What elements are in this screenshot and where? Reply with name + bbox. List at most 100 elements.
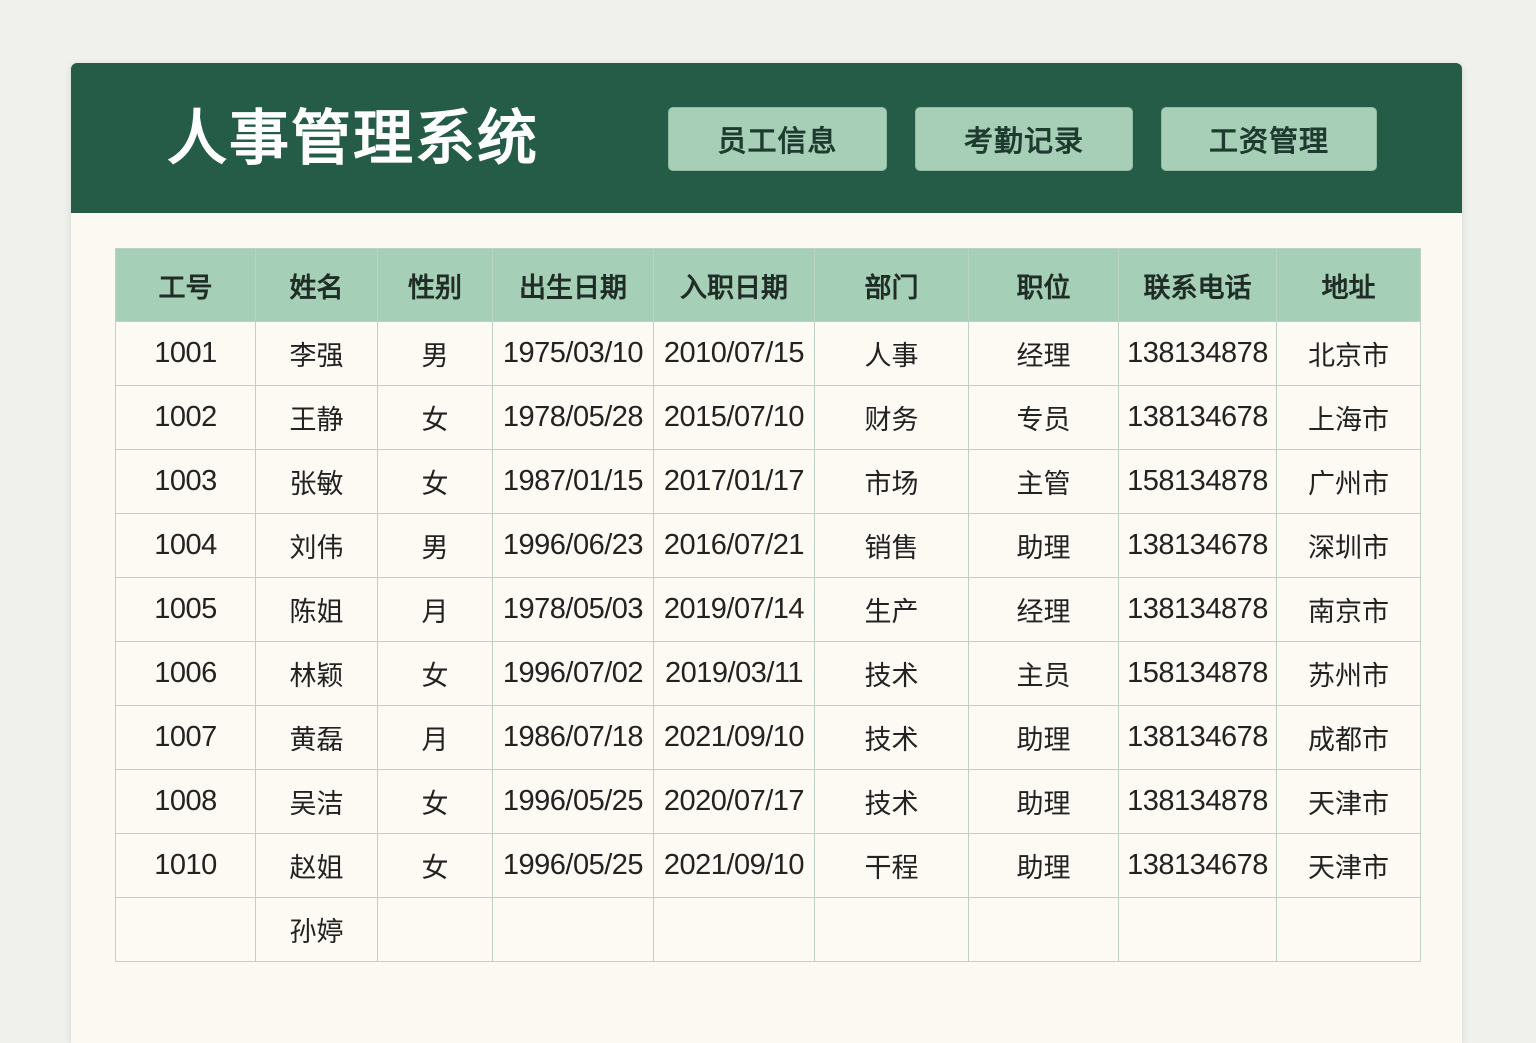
cell-gender [377,897,493,962]
cell-address: 南京市 [1276,577,1421,642]
cell-emp-id: 1006 [115,641,256,706]
table-row[interactable]: 1008 吴洁女 1996/05/25 2020/07/17 技术 助理 138134878… [115,769,1421,834]
column-header-gender: 性别 [377,248,493,322]
cell-department: 财务 [814,385,969,450]
cell-phone: 138134878 [1118,577,1277,642]
table-row[interactable]: 1001 李强男 1975/03/10 2010/07/15 人事 经理 138134878… [115,321,1421,386]
column-header-birth-date: 出生日期 [492,248,654,322]
column-header-position: 职位 [968,248,1119,322]
cell-birth-date: 1996/05/25 [492,769,654,834]
cell-gender: 男 [377,513,493,578]
cell-hire-date: 2019/07/14 [653,577,815,642]
cell-phone: 138134678 [1118,833,1277,898]
cell-position: 主员 [968,641,1119,706]
cell-gender: 月 [377,577,493,642]
cell-address [1276,897,1421,962]
cell-hire-date: 2017/01/17 [653,449,815,514]
cell-name: 陈姐 [255,577,378,642]
cell-hire-date [653,897,815,962]
table-row[interactable]: 1007 黄磊月 1986/07/18 2021/09/10 技术 助理 138134678… [115,705,1421,770]
cell-gender: 女 [377,833,493,898]
cell-birth-date: 1996/05/25 [492,833,654,898]
cell-hire-date: 2021/09/10 [653,833,815,898]
cell-department: 销售 [814,513,969,578]
employee-table: 工号 姓名 性别 出生日期 入职日期 部门 职位 联系电话 地址 1001 李强男 1975/03/… [115,248,1421,962]
column-header-name: 姓名 [255,248,378,322]
nav-employee-info-button[interactable]: 员工信息 [668,107,887,171]
cell-gender: 月 [377,705,493,770]
app-header: 人事管理系统 员工信息 考勤记录 工资管理 [71,63,1462,213]
table-row[interactable]: 1010 赵姐女 1996/05/25 2021/09/10 干程 助理 138134678… [115,833,1421,898]
table-row[interactable]: 孙婷 [115,897,1421,962]
table-row[interactable]: 1005 陈姐月 1978/05/03 2019/07/14 生产 经理 138134878… [115,577,1421,642]
cell-gender: 女 [377,449,493,514]
cell-phone: 138134678 [1118,513,1277,578]
table-row[interactable]: 1004 刘伟男 1996/06/23 2016/07/21 销售 助理 138134678… [115,513,1421,578]
hr-app-window: 人事管理系统 员工信息 考勤记录 工资管理 工号 姓名 性别 出生日期 入职日期 部门 职位… [71,63,1462,1043]
cell-phone: 138134878 [1118,769,1277,834]
cell-position: 助理 [968,833,1119,898]
cell-emp-id: 1003 [115,449,256,514]
table-header-row: 工号 姓名 性别 出生日期 入职日期 部门 职位 联系电话 地址 [115,248,1421,322]
cell-name: 王静 [255,385,378,450]
table-row[interactable]: 1003 张敏女 1987/01/15 2017/01/17 市场 主管 158134878… [115,449,1421,514]
nav-payroll-button[interactable]: 工资管理 [1161,107,1377,171]
cell-name: 吴洁 [255,769,378,834]
cell-department: 干程 [814,833,969,898]
cell-department: 技术 [814,769,969,834]
cell-phone: 138134678 [1118,705,1277,770]
cell-birth-date: 1986/07/18 [492,705,654,770]
cell-address: 苏州市 [1276,641,1421,706]
cell-emp-id: 1007 [115,705,256,770]
cell-position: 经理 [968,577,1119,642]
cell-birth-date: 1996/06/23 [492,513,654,578]
cell-position: 助理 [968,513,1119,578]
cell-address: 深圳市 [1276,513,1421,578]
cell-department: 生产 [814,577,969,642]
column-header-department: 部门 [814,248,969,322]
cell-phone [1118,897,1277,962]
cell-emp-id: 1010 [115,833,256,898]
cell-hire-date: 2015/07/10 [653,385,815,450]
cell-birth-date: 1978/05/03 [492,577,654,642]
cell-emp-id [115,897,256,962]
cell-birth-date [492,897,654,962]
cell-phone: 158134878 [1118,641,1277,706]
cell-name: 孙婷 [255,897,378,962]
cell-position: 主管 [968,449,1119,514]
cell-position: 经理 [968,321,1119,386]
cell-emp-id: 1008 [115,769,256,834]
cell-position: 专员 [968,385,1119,450]
cell-department: 市场 [814,449,969,514]
cell-gender: 女 [377,641,493,706]
cell-address: 北京市 [1276,321,1421,386]
cell-name: 赵姐 [255,833,378,898]
cell-name: 李强 [255,321,378,386]
app-title: 人事管理系统 [167,104,539,174]
cell-hire-date: 2019/03/11 [653,641,815,706]
cell-birth-date: 1987/01/15 [492,449,654,514]
cell-name: 黄磊 [255,705,378,770]
cell-address: 上海市 [1276,385,1421,450]
column-header-emp-id: 工号 [115,248,256,322]
cell-emp-id: 1001 [115,321,256,386]
cell-phone: 138134678 [1118,385,1277,450]
column-header-hire-date: 入职日期 [653,248,815,322]
cell-name: 张敏 [255,449,378,514]
column-header-phone: 联系电话 [1118,248,1277,322]
cell-birth-date: 1978/05/28 [492,385,654,450]
cell-birth-date: 1996/07/02 [492,641,654,706]
cell-position: 助理 [968,769,1119,834]
cell-emp-id: 1004 [115,513,256,578]
cell-department: 技术 [814,705,969,770]
table-row[interactable]: 1002 王静女 1978/05/28 2015/07/10 财务 专员 138134678… [115,385,1421,450]
cell-position [968,897,1119,962]
cell-gender: 女 [377,769,493,834]
cell-gender: 男 [377,321,493,386]
table-row[interactable]: 1006 林颖女 1996/07/02 2019/03/11 技术 主员 158134878… [115,641,1421,706]
cell-phone: 138134878 [1118,321,1277,386]
cell-address: 成都市 [1276,705,1421,770]
cell-birth-date: 1975/03/10 [492,321,654,386]
cell-address: 天津市 [1276,833,1421,898]
nav-attendance-button[interactable]: 考勤记录 [915,107,1133,171]
